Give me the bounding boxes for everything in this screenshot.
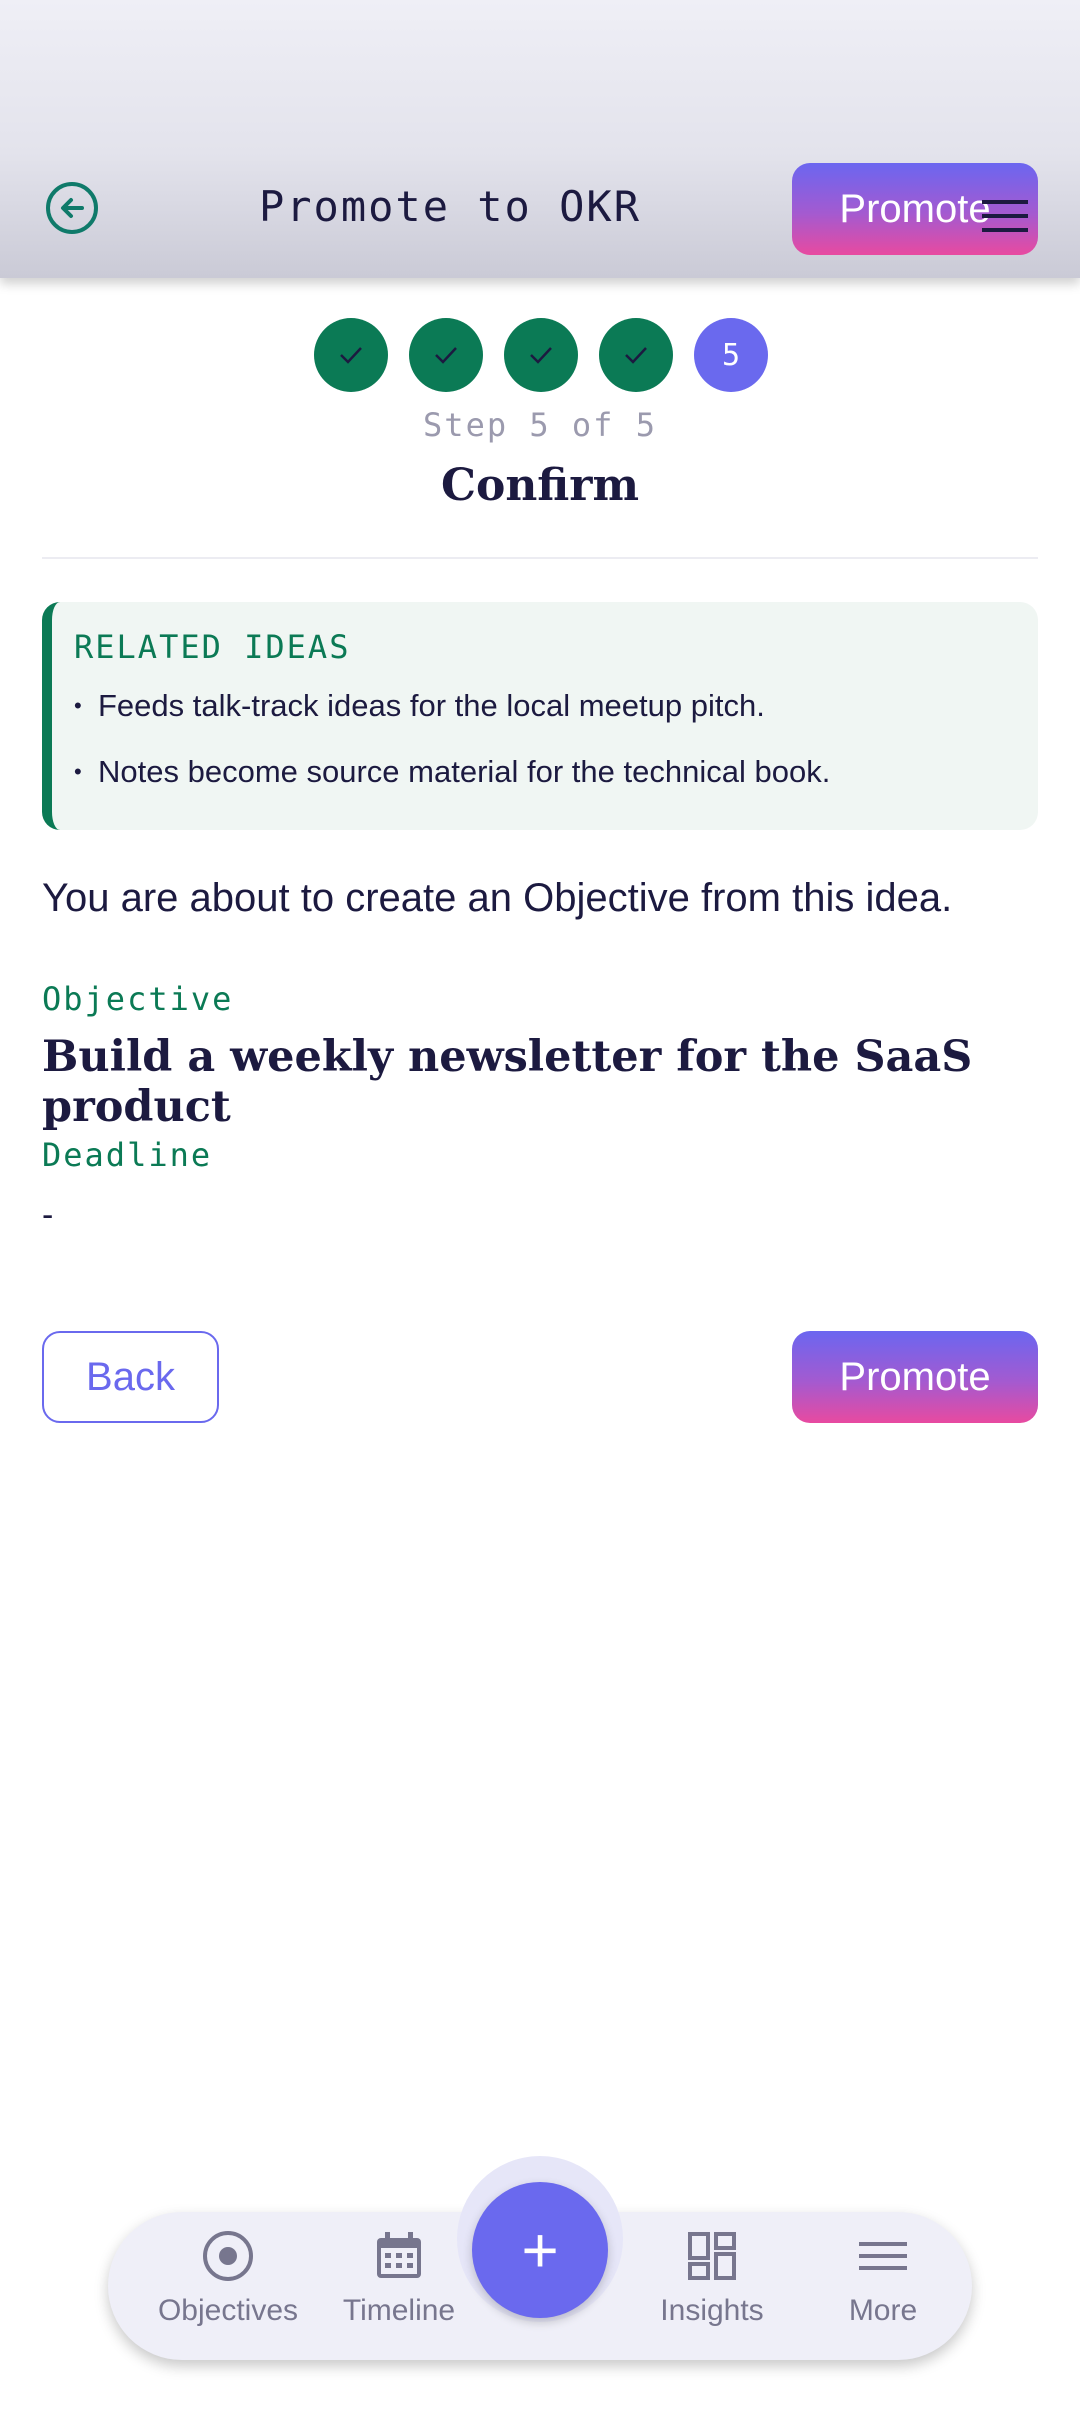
step-counter: Step 5 of 5	[423, 406, 657, 444]
list-item: Notes become source material for the tec…	[74, 754, 1038, 790]
page-title: Promote to OKR	[258, 182, 641, 231]
plus-icon: +	[521, 2214, 559, 2286]
step-2-complete	[409, 318, 483, 392]
target-icon	[203, 2231, 253, 2281]
objective-value: Build a weekly newsletter for the SaaS p…	[42, 1032, 973, 1132]
nav-item-objectives[interactable]: Objectives	[143, 2228, 313, 2328]
nav-item-label: Objectives	[157, 2294, 299, 2327]
menu-icon	[859, 2242, 907, 2270]
related-ideas-card: RELATED IDEAS Feeds talk-track ideas for…	[42, 602, 1038, 830]
objective-label: Objective	[42, 980, 234, 1018]
add-fab-button[interactable]: +	[472, 2182, 608, 2318]
step-4-complete	[599, 318, 673, 392]
check-icon	[435, 347, 457, 364]
nav-item-insights[interactable]: Insights	[627, 2228, 797, 2328]
dashboard-icon	[688, 2232, 736, 2280]
back-button[interactable]: Back	[42, 1331, 219, 1423]
list-item: Feeds talk-track ideas for the local mee…	[74, 688, 1038, 724]
confirm-intro-text: You are about to create an Objective fro…	[42, 876, 953, 920]
step-5-current: 5	[694, 318, 768, 392]
related-ideas-list: Feeds talk-track ideas for the local mee…	[74, 688, 1038, 790]
calendar-icon	[377, 2232, 421, 2278]
check-icon	[530, 347, 552, 364]
promote-button[interactable]: Promote	[792, 1331, 1038, 1423]
app-header: Promote to OKR Promote	[0, 0, 1080, 278]
related-ideas-title: RELATED IDEAS	[74, 628, 351, 666]
step-3-complete	[504, 318, 578, 392]
step-1-complete	[314, 318, 388, 392]
nav-item-label: More	[848, 2294, 918, 2327]
check-icon	[340, 347, 362, 364]
nav-item-more[interactable]: More	[798, 2228, 968, 2328]
nav-item-label: Timeline	[342, 2294, 456, 2327]
deadline-value: -	[42, 1196, 54, 1234]
nav-item-label: Insights	[660, 2294, 764, 2327]
deadline-label: Deadline	[42, 1136, 213, 1174]
check-icon	[625, 347, 647, 364]
step-title: Confirm	[440, 460, 640, 511]
hamburger-menu-icon[interactable]	[980, 196, 1030, 236]
divider	[42, 557, 1038, 559]
